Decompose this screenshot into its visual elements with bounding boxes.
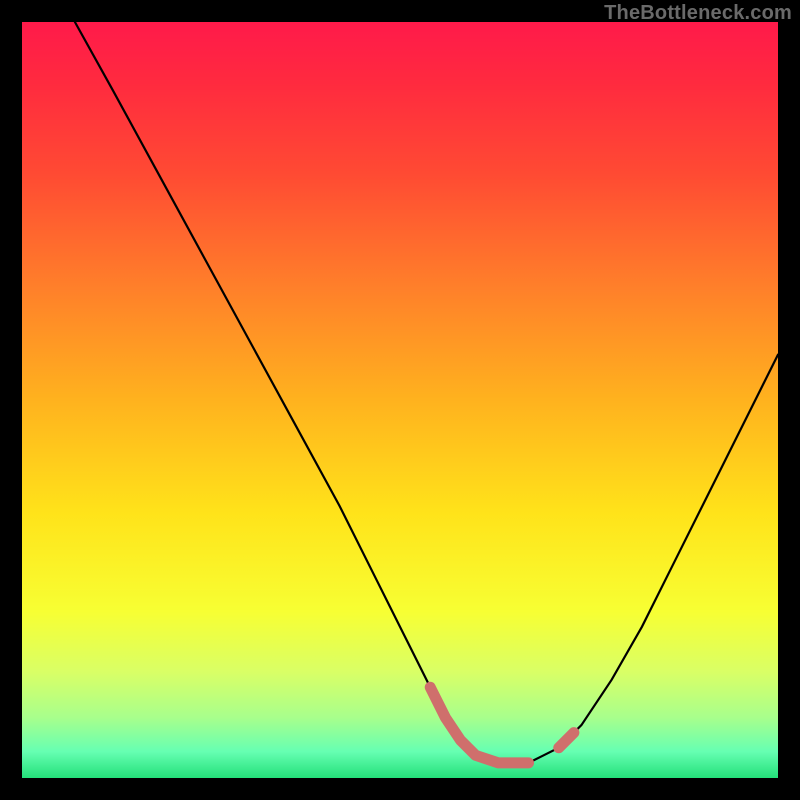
indicator-seg-2	[559, 733, 574, 748]
watermark-text: TheBottleneck.com	[604, 2, 792, 25]
chart-stage: TheBottleneck.com	[0, 0, 800, 800]
indicator-seg-1	[430, 687, 528, 763]
chart-plot	[22, 22, 778, 778]
bottleneck-curve	[75, 22, 778, 763]
